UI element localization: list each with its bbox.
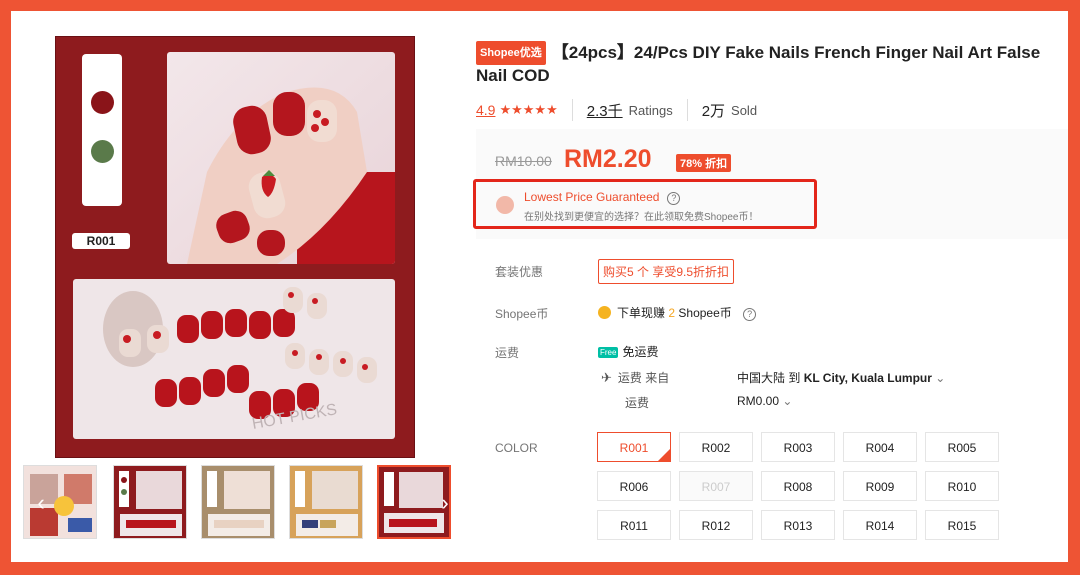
- shipping-origin: 中国大陆 到: [737, 371, 801, 385]
- guarantee-subtitle: 在别处找到更便宜的选择？在此领取免费Shopee币！: [524, 212, 759, 223]
- sold-count: 2万: [701, 102, 726, 120]
- rating-value[interactable]: 4.9: [476, 102, 495, 118]
- free-shipping-icon: Free: [598, 347, 619, 358]
- thumbnail-next-arrow[interactable]: ›: [435, 491, 455, 515]
- hand-nails-photo: [167, 52, 395, 264]
- help-icon[interactable]: ?: [743, 308, 757, 321]
- color-option-r006[interactable]: R006: [597, 471, 671, 501]
- guarantee-title-row: Lowest Price Guaranteed?: [524, 190, 681, 205]
- divider: [571, 99, 573, 121]
- coins-amount: 2: [668, 306, 676, 320]
- color-option-r005[interactable]: R005: [925, 432, 999, 462]
- shipping-label: 运费: [495, 346, 520, 360]
- color-options: R001 R002 R003 R004 R005 R006 R007 R008 R009 R010…: [597, 432, 1017, 544]
- green-swatch-dot: [91, 140, 114, 163]
- color-option-r013[interactable]: R013: [761, 510, 835, 540]
- color-option-r001[interactable]: R001: [597, 432, 671, 462]
- product-title: 【24pcs】24/Pcs DIY Fake Nails French Fing…: [476, 43, 1041, 85]
- chevron-down-icon: ⌄: [782, 394, 793, 408]
- color-option-r002[interactable]: R002: [679, 432, 753, 462]
- coins-prefix: 下单现赚: [617, 306, 666, 320]
- color-option-r012[interactable]: R012: [679, 510, 753, 540]
- lowest-price-guarantee[interactable]: Lowest Price Guaranteed? 在别处找到更便宜的选择？在此领…: [473, 179, 817, 229]
- shipping-destination-city: KL City, Kuala Lumpur: [803, 371, 932, 385]
- shipping-fee-row[interactable]: RM0.00 ⌄: [737, 394, 792, 408]
- color-swatch-card: [82, 54, 122, 206]
- help-icon[interactable]: ?: [667, 192, 681, 205]
- color-option-r007[interactable]: R007: [679, 471, 753, 501]
- bundle-deal-tag[interactable]: 购买5 个 享受9.5折折扣: [598, 259, 735, 284]
- color-option-r004[interactable]: R004: [843, 432, 917, 462]
- coins-label: Shopee币: [495, 307, 549, 321]
- divider: [686, 99, 688, 121]
- coins-info: 下单现赚 2 Shopee币 ?: [598, 304, 757, 321]
- color-option-r015[interactable]: R015: [925, 510, 999, 540]
- free-shipping: Free 免运费: [598, 343, 658, 360]
- red-swatch-dot: [91, 91, 114, 114]
- shipping-destination[interactable]: 中国大陆 到 KL City, Kuala Lumpur ⌄: [737, 369, 945, 386]
- thumbnail-3[interactable]: [201, 465, 275, 539]
- color-label: COLOR: [495, 441, 538, 455]
- thumbnail-4[interactable]: [289, 465, 363, 539]
- color-option-r008[interactable]: R008: [761, 471, 835, 501]
- thumbnail-strip: ‹ ›: [23, 465, 453, 541]
- original-price: RM10.00: [495, 153, 552, 169]
- product-page: R001 HOT PICKS ‹ › Shopee优选 【24pcs】24/Pc…: [11, 11, 1068, 562]
- coin-icon: [598, 306, 611, 319]
- variant-code-tag: R001: [72, 233, 130, 249]
- rating-row: 4.9 ★★★★★ 2.3千 Ratings 2万 Sold: [476, 99, 757, 121]
- selected-check-icon: [658, 449, 670, 461]
- discount-badge: 78% 折扣: [676, 154, 732, 172]
- guarantee-logo-icon: [496, 196, 514, 214]
- shipping-fee-value: RM0.00: [737, 394, 780, 408]
- ratings-count[interactable]: 2.3千: [587, 100, 623, 121]
- current-price: RM2.20: [564, 145, 652, 173]
- color-option-r014[interactable]: R014: [843, 510, 917, 540]
- thumbnail-prev-arrow[interactable]: ‹: [31, 491, 51, 515]
- truck-icon: ✈: [601, 370, 612, 385]
- ratings-label: Ratings: [628, 102, 673, 118]
- color-option-r011[interactable]: R011: [597, 510, 671, 540]
- color-option-r010[interactable]: R010: [925, 471, 999, 501]
- color-option-r003[interactable]: R003: [761, 432, 835, 462]
- shipping-fee-label: 运费: [625, 396, 650, 410]
- rating-stars-icon: ★★★★★: [499, 102, 558, 117]
- color-option-r009[interactable]: R009: [843, 471, 917, 501]
- sold-label: Sold: [731, 102, 758, 118]
- thumbnail-2[interactable]: [113, 465, 187, 539]
- shipping-from-row: ✈ 运费 来自: [601, 369, 669, 386]
- shipping-from-label: 运费 来自: [617, 371, 670, 385]
- coins-suffix: Shopee币: [678, 306, 732, 320]
- chevron-down-icon: ⌄: [935, 371, 946, 385]
- guarantee-title: Lowest Price Guaranteed: [524, 190, 660, 204]
- main-product-image[interactable]: R001 HOT PICKS: [55, 36, 415, 458]
- product-title-block: Shopee优选 【24pcs】24/Pcs DIY Fake Nails Fre…: [476, 41, 1066, 87]
- bundle-label: 套装优惠: [495, 265, 544, 279]
- free-shipping-text: 免运费: [622, 345, 659, 359]
- preferred-badge: Shopee优选: [476, 41, 546, 65]
- nail-set-photo: HOT PICKS: [73, 279, 395, 439]
